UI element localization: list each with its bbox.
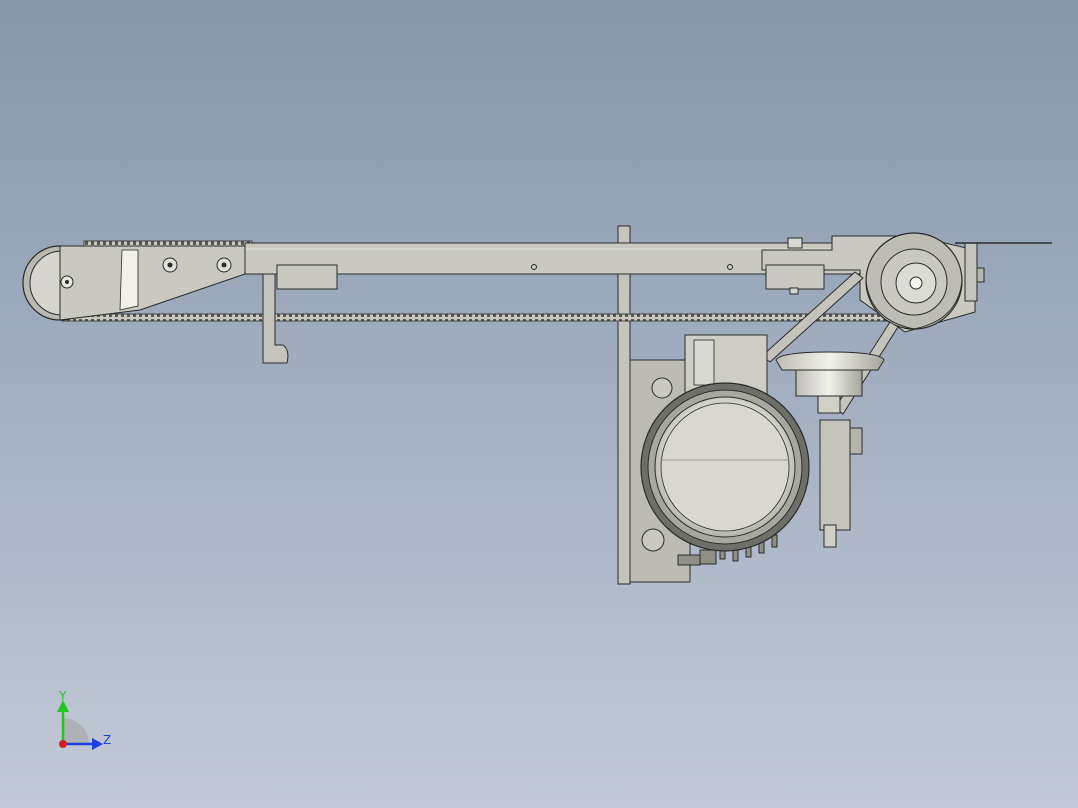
y-axis-label: Y [58, 689, 67, 703]
model-drawing: Y Z [22, 225, 1052, 750]
idler-wheel [22, 245, 246, 321]
orientation-triad: Y Z [57, 689, 111, 750]
cad-viewport[interactable]: Y Z [0, 0, 1078, 808]
x-axis-origin [59, 740, 67, 748]
tension-knob [775, 351, 885, 414]
z-axis-label: Z [103, 733, 111, 747]
